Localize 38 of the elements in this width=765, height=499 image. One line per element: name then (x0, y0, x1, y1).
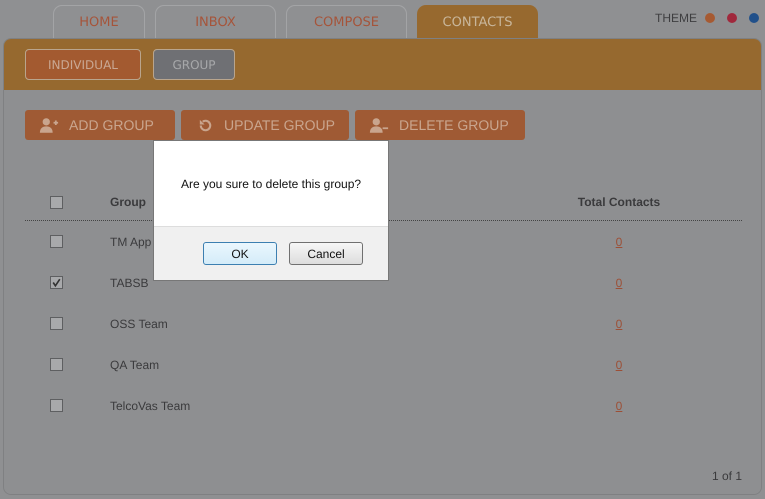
contacts-count-link[interactable]: 0 (616, 234, 622, 248)
nav-tab[interactable]: INBOX (155, 5, 276, 38)
contacts-count-link[interactable]: 0 (616, 276, 622, 290)
checkbox[interactable] (50, 317, 62, 330)
action-button[interactable]: ADD GROUP (25, 110, 175, 140)
action-button[interactable]: UPDATE GROUP (181, 110, 349, 140)
theme-swatch[interactable] (705, 13, 715, 23)
theme-label: THEME (655, 11, 697, 25)
contacts-count-link[interactable]: 0 (616, 316, 622, 330)
subnav-tab[interactable]: GROUP (153, 49, 235, 80)
group-name: TelcoVas Team (110, 398, 190, 412)
group-name: TM App (110, 234, 152, 248)
dialog-button[interactable]: OK (203, 242, 277, 265)
subnav-tab[interactable]: INDIVIDUAL (25, 49, 141, 80)
column-header: Total Contacts (578, 195, 660, 209)
person-minus-icon (369, 116, 389, 134)
group-name: OSS Team (110, 316, 168, 330)
action-button[interactable]: DELETE GROUP (355, 110, 525, 140)
checkbox[interactable] (50, 196, 62, 208)
checkbox[interactable] (50, 399, 62, 412)
group-name: TABSB (110, 276, 148, 290)
group-name: QA Team (110, 358, 160, 372)
theme-swatch[interactable] (727, 13, 737, 23)
nav-tab[interactable]: HOME (53, 5, 145, 38)
nav-tab[interactable]: CONTACTS (417, 5, 538, 38)
checkbox[interactable] (50, 276, 62, 289)
dialog-button[interactable]: Cancel (289, 242, 363, 265)
column-header: Group (110, 195, 146, 209)
dialog-message: Are you sure to delete this group? (180, 176, 362, 190)
theme-swatch[interactable] (749, 13, 759, 23)
contacts-count-link[interactable]: 0 (616, 398, 622, 412)
checkbox[interactable] (50, 235, 62, 248)
nav-tab[interactable]: COMPOSE (286, 5, 407, 38)
refresh-icon (197, 116, 214, 134)
contacts-count-link[interactable]: 0 (616, 358, 622, 372)
checkbox[interactable] (50, 358, 62, 371)
person-plus-icon (39, 116, 59, 134)
pagination-text: 1 of 1 (712, 469, 742, 483)
